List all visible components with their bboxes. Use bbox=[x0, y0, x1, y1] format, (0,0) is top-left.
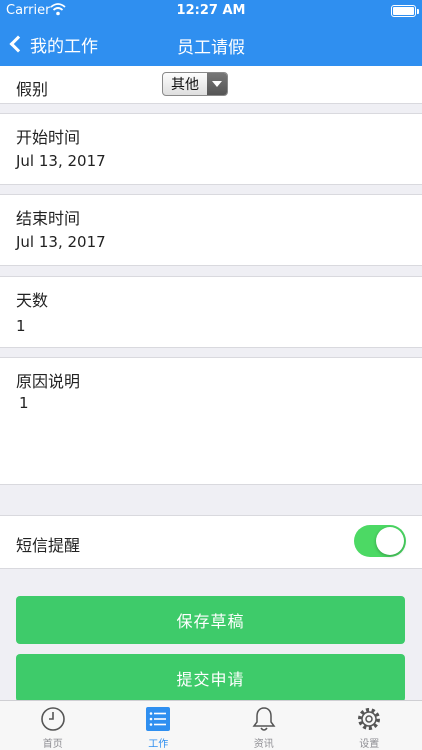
days-row[interactable]: 天数 1 bbox=[0, 276, 422, 348]
tab-work[interactable]: 工作 bbox=[106, 701, 212, 750]
tab-settings[interactable]: 设置 bbox=[317, 701, 422, 750]
end-time-label: 结束时间 bbox=[16, 209, 81, 228]
tab-news-label: 资讯 bbox=[253, 739, 274, 750]
submit-button[interactable]: 提交申请 bbox=[16, 654, 405, 702]
leave-type-select[interactable]: 其他 bbox=[162, 72, 228, 96]
tab-home-label: 首页 bbox=[42, 739, 63, 750]
gear-icon bbox=[358, 708, 381, 730]
clock-icon bbox=[40, 707, 65, 731]
start-time-value[interactable]: Jul 13, 2017 bbox=[16, 152, 106, 170]
tab-home[interactable]: 首页 bbox=[0, 701, 106, 750]
start-time-row[interactable]: 开始时间 Jul 13, 2017 bbox=[0, 113, 422, 185]
leave-type-row: 假别 其他 bbox=[0, 66, 422, 104]
sms-reminder-row: 短信提醒 bbox=[0, 515, 422, 569]
tab-settings-label: 设置 bbox=[359, 739, 380, 750]
days-value[interactable]: 1 bbox=[16, 317, 26, 335]
tab-news[interactable]: 资讯 bbox=[211, 701, 317, 750]
status-bar: Carrier 12:27 AM bbox=[0, 0, 422, 22]
navigation-header: Carrier 12:27 AM 我的工作 员工请假 bbox=[0, 0, 422, 66]
battery-icon bbox=[391, 5, 419, 17]
days-label: 天数 bbox=[16, 291, 49, 310]
reason-textarea[interactable]: 1 bbox=[19, 394, 29, 412]
leave-type-value: 其他 bbox=[171, 77, 199, 93]
save-draft-button[interactable]: 保存草稿 bbox=[16, 596, 405, 644]
reason-label: 原因说明 bbox=[16, 372, 81, 391]
status-time: 12:27 AM bbox=[176, 3, 246, 18]
tab-work-label: 工作 bbox=[148, 739, 169, 750]
page-title: 员工请假 bbox=[177, 38, 245, 58]
end-time-value[interactable]: Jul 13, 2017 bbox=[16, 233, 106, 251]
end-time-row[interactable]: 结束时间 Jul 13, 2017 bbox=[0, 194, 422, 266]
sms-reminder-toggle[interactable] bbox=[354, 525, 406, 557]
leave-type-label: 假别 bbox=[16, 80, 49, 99]
bell-icon bbox=[252, 707, 276, 731]
tab-bar: 首页 工作 资讯 设置 bbox=[0, 700, 422, 750]
reason-row[interactable]: 原因说明 1 bbox=[0, 357, 422, 485]
chevron-down-icon bbox=[207, 73, 227, 95]
list-icon bbox=[146, 707, 171, 731]
sms-reminder-label: 短信提醒 bbox=[16, 536, 81, 555]
start-time-label: 开始时间 bbox=[16, 128, 81, 147]
